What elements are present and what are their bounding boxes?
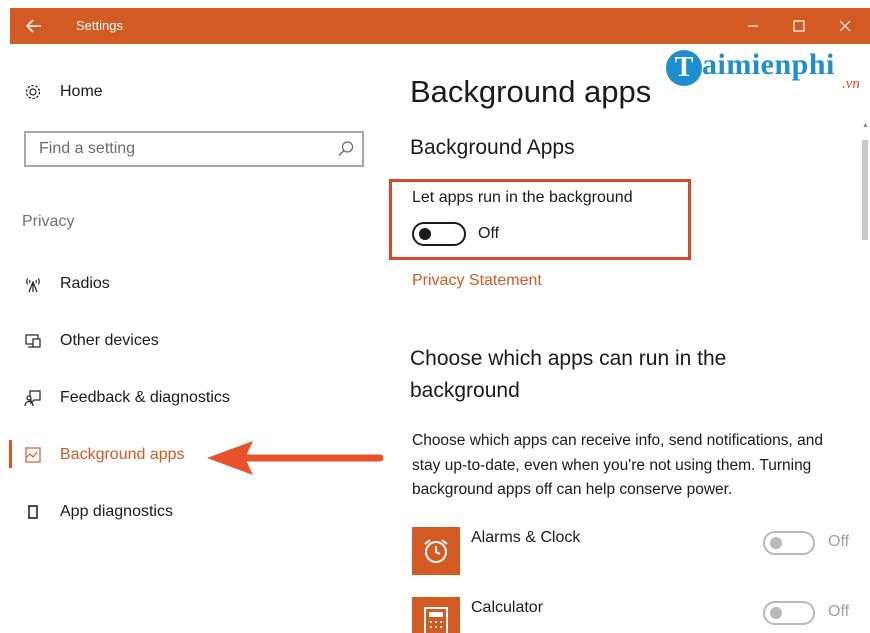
scrollbar[interactable]: ▲ xyxy=(862,122,869,633)
app-name: Alarms & Clock xyxy=(471,529,581,546)
watermark-letter: T xyxy=(666,50,702,86)
toggle-knob xyxy=(419,228,431,240)
sidebar-item-home[interactable]: Home xyxy=(22,81,103,103)
back-arrow-icon xyxy=(26,19,41,33)
sidebar-item-background-apps[interactable]: Background apps xyxy=(22,444,185,466)
minimize-button[interactable] xyxy=(730,8,776,44)
background-apps-icon xyxy=(22,444,44,466)
sidebar-item-radios[interactable]: Radios xyxy=(22,273,110,295)
maximize-icon xyxy=(793,20,805,32)
search-icon[interactable] xyxy=(336,139,356,159)
watermark-logo: T aimienphi .vn xyxy=(662,44,870,96)
alarms-clock-toggle[interactable] xyxy=(763,531,815,555)
sidebar-item-feedback[interactable]: Feedback & diagnostics xyxy=(22,387,230,409)
devices-icon xyxy=(22,330,44,352)
calculator-icon xyxy=(412,597,460,633)
active-indicator xyxy=(9,440,12,468)
background-toggle-label: Let apps run in the background xyxy=(412,189,633,206)
choose-apps-description: Choose which apps can receive info, send… xyxy=(412,432,823,498)
search-input[interactable]: Find a setting xyxy=(24,131,364,167)
watermark-suffix: .vn xyxy=(842,76,860,92)
sidebar-item-other-devices[interactable]: Other devices xyxy=(22,330,159,352)
pointer-arrow-annotation xyxy=(207,441,384,475)
toggle-knob xyxy=(770,537,782,549)
radio-tower-icon xyxy=(22,273,44,295)
watermark-text: aimienphi xyxy=(702,48,835,81)
app-toggle-state: Off xyxy=(828,533,850,550)
list-item-calculator: Calculator Off xyxy=(412,597,852,633)
sidebar-item-label: Feedback & diagnostics xyxy=(60,389,230,406)
scroll-thumb[interactable] xyxy=(862,140,868,240)
calculator-toggle[interactable] xyxy=(763,601,815,625)
scroll-up-icon[interactable]: ▲ xyxy=(862,122,869,130)
feedback-icon xyxy=(22,387,44,409)
toggle-state-text: Off xyxy=(478,225,500,242)
sidebar-item-label: Home xyxy=(60,83,103,100)
close-icon xyxy=(839,20,851,32)
back-button[interactable] xyxy=(10,8,58,44)
search-placeholder: Find a setting xyxy=(39,140,136,157)
sidebar-item-label: Background apps xyxy=(60,446,185,463)
close-button[interactable] xyxy=(822,8,868,44)
alarm-clock-icon xyxy=(412,527,460,575)
toggle-knob xyxy=(770,607,782,619)
title-bar: Settings xyxy=(10,8,870,44)
window-title: Settings xyxy=(76,18,123,33)
app-name: Calculator xyxy=(471,599,544,616)
sidebar-item-label: Other devices xyxy=(60,332,159,349)
choose-apps-heading: Choose which apps can run in the backgro… xyxy=(410,347,727,402)
section-title: Background Apps xyxy=(410,136,575,159)
section-label-privacy: Privacy xyxy=(22,213,75,230)
maximize-button[interactable] xyxy=(776,8,822,44)
sidebar-item-app-diagnostics[interactable]: App diagnostics xyxy=(22,501,173,523)
page-title: Background apps xyxy=(410,74,652,109)
app-toggle-state: Off xyxy=(828,603,850,620)
sidebar-item-label: App diagnostics xyxy=(60,503,173,520)
privacy-statement-link[interactable]: Privacy Statement xyxy=(412,272,542,290)
list-item-alarms-clock: Alarms & Clock Off xyxy=(412,527,852,577)
gear-icon xyxy=(22,81,44,103)
app-diagnostics-icon xyxy=(22,501,44,523)
background-apps-toggle[interactable] xyxy=(412,222,466,246)
sidebar-item-label: Radios xyxy=(60,275,110,292)
minimize-icon xyxy=(748,25,758,27)
